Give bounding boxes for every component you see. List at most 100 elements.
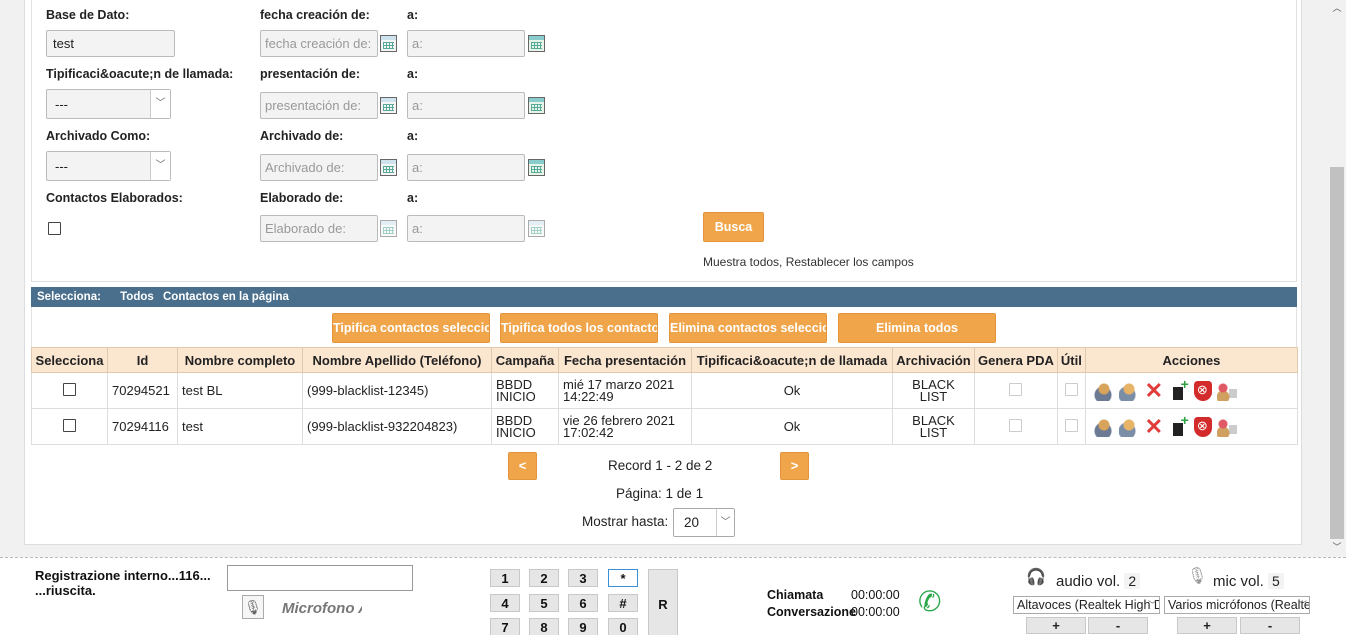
key-0[interactable]: 0 — [608, 618, 638, 635]
call-contact-icon[interactable] — [1093, 416, 1114, 437]
key-2[interactable]: 2 — [529, 569, 559, 587]
row-telefono: (999-blacklist-12345) — [302, 372, 492, 409]
row-campana-line2: INICIO — [496, 424, 536, 440]
scrollbar-thumb[interactable] — [1330, 167, 1344, 539]
record-text: Record 1 - 2 de 2 — [608, 458, 713, 473]
calendar-icon[interactable] — [380, 35, 397, 52]
prev-page-button[interactable]: < — [508, 452, 537, 480]
fecha-creacion-label: fecha creación de: — [260, 8, 370, 22]
row-select-cell — [31, 372, 108, 409]
scroll-up-icon[interactable]: ︿ — [1328, 0, 1346, 16]
todos-link[interactable]: Todos — [120, 291, 154, 303]
scroll-down-icon[interactable]: ﹀ — [1328, 539, 1346, 555]
tipifica-seleccionados-button[interactable]: Tipifica contactos seleccionados — [332, 313, 490, 343]
util-checkbox[interactable] — [1064, 418, 1078, 432]
muestra-todos-link[interactable]: Muestra todos, Restablecer los campos — [703, 255, 914, 269]
calendar-icon[interactable] — [528, 97, 545, 114]
phone-call-icon[interactable]: ✆ — [918, 587, 948, 617]
contact-card-icon[interactable] — [1216, 380, 1237, 401]
audio-device-select[interactable]: Altavoces (Realtek High Definition Audio… — [1013, 596, 1160, 614]
contactos-elaborados-label: Contactos Elaborados: — [46, 191, 183, 205]
calendar-icon[interactable] — [380, 159, 397, 176]
row-nombre: test BL — [177, 372, 303, 409]
util-checkbox[interactable] — [1064, 382, 1078, 396]
key-6[interactable]: 6 — [568, 594, 598, 612]
contactos-pagina-link[interactable]: Contactos en la página — [163, 291, 289, 303]
key-hash[interactable]: # — [608, 594, 638, 612]
table-header-row: Selecciona Id Nombre completo Nombre Ape… — [31, 347, 1299, 373]
presentacion-to-input[interactable] — [407, 92, 525, 119]
add-note-icon[interactable] — [1168, 376, 1189, 401]
audio-volume-label: audio vol. — [1056, 573, 1121, 590]
table-row: 70294116 test (999-blacklist-932204823) … — [31, 408, 1299, 445]
key-9[interactable]: 9 — [568, 618, 598, 635]
key-3[interactable]: 3 — [568, 569, 598, 587]
audio-volume-down-button[interactable]: - — [1088, 617, 1148, 634]
mic-volume-down-button[interactable]: - — [1240, 617, 1300, 634]
archivado-from-input[interactable] — [260, 154, 378, 181]
header-genera-pda: Genera PDA — [974, 347, 1058, 373]
mic-volume-label: mic vol. — [1213, 573, 1264, 590]
call-contact-icon[interactable] — [1093, 380, 1114, 401]
busca-button[interactable]: Busca — [703, 212, 764, 242]
conversazione-label: Conversazione — [767, 605, 856, 619]
dial-input[interactable] — [227, 565, 413, 591]
mic-volume-up-button[interactable]: + — [1177, 617, 1237, 634]
archivado-to-input[interactable] — [407, 154, 525, 181]
archivado-como-select[interactable]: --- ﹀ — [46, 151, 171, 181]
block-shield-icon[interactable] — [1193, 380, 1212, 401]
audio-volume-up-button[interactable]: + — [1026, 617, 1086, 634]
schedule-call-icon[interactable] — [1118, 416, 1139, 437]
block-shield-icon[interactable] — [1193, 416, 1212, 437]
archivado-como-label: Archivado Como: — [46, 129, 151, 143]
header-archivacion: Archivación — [892, 347, 975, 373]
key-star[interactable]: * — [608, 569, 638, 587]
fecha-creacion-from-input[interactable] — [260, 30, 378, 57]
base-dato-input[interactable] — [46, 30, 175, 57]
genera-pda-checkbox[interactable] — [1009, 418, 1023, 432]
header-acciones: Acciones — [1084, 347, 1299, 373]
add-note-icon[interactable] — [1168, 412, 1189, 437]
genera-pda-checkbox[interactable] — [1009, 382, 1023, 396]
elimina-seleccionados-button[interactable]: Elimina contactos seleccionados — [669, 313, 827, 343]
key-r[interactable]: R — [648, 569, 678, 635]
key-8[interactable]: 8 — [529, 618, 559, 635]
elimina-todos-button[interactable]: Elimina todos — [838, 313, 996, 343]
audio-volume-value: 2 — [1124, 573, 1141, 589]
row-nombre: test — [177, 408, 303, 445]
key-5[interactable]: 5 — [529, 594, 559, 612]
calendar-icon[interactable] — [528, 35, 545, 52]
next-page-button[interactable]: > — [780, 452, 809, 480]
delete-icon[interactable]: ✕ — [1144, 415, 1164, 437]
fecha-creacion-to-input[interactable] — [407, 30, 525, 57]
key-1[interactable]: 1 — [490, 569, 520, 587]
microphone-icon[interactable]: 🎙 — [242, 595, 264, 619]
elaborado-from-input[interactable] — [260, 215, 378, 242]
key-7[interactable]: 7 — [490, 618, 520, 635]
row-select-checkbox[interactable] — [63, 382, 76, 396]
contactos-elaborados-checkbox[interactable] — [48, 222, 61, 235]
calendar-icon[interactable] — [380, 220, 397, 237]
chevron-down-icon: ﹀ — [1297, 600, 1307, 610]
audio-device-value: Altavoces (Realtek High Definition Audio… — [1017, 598, 1159, 612]
mic-device-select[interactable]: Varios micrófonos (Realtek) ﹀ — [1164, 596, 1310, 614]
presentacion-from-input[interactable] — [260, 92, 378, 119]
contact-card-icon[interactable] — [1216, 416, 1237, 437]
row-select-checkbox[interactable] — [63, 418, 76, 432]
row-archivacion-line2: LIST — [919, 424, 948, 440]
mostrar-hasta-select[interactable]: 20 ﹀ — [673, 508, 735, 537]
chevron-down-icon: ﹀ — [150, 152, 170, 180]
row-util-cell — [1056, 408, 1086, 445]
tipificacion-label: Tipificaci&oacute;n de llamada: — [46, 67, 234, 81]
elaborado-to-input[interactable] — [407, 215, 525, 242]
vertical-scrollbar[interactable]: ︿ ﹀ — [1328, 0, 1346, 557]
calendar-icon[interactable] — [528, 159, 545, 176]
tipifica-todos-button[interactable]: Tipifica todos los contactos — [500, 313, 658, 343]
key-4[interactable]: 4 — [490, 594, 520, 612]
delete-icon[interactable]: ✕ — [1144, 379, 1164, 401]
tipificacion-select[interactable]: --- ﹀ — [46, 89, 171, 119]
calendar-icon[interactable] — [380, 97, 397, 114]
header-nombre-completo: Nombre completo — [177, 347, 303, 373]
schedule-call-icon[interactable] — [1118, 380, 1139, 401]
calendar-icon[interactable] — [528, 220, 545, 237]
